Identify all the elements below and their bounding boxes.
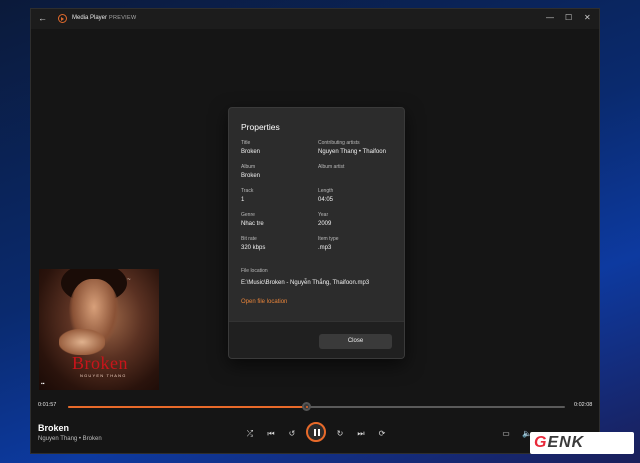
skip-back-icon[interactable]: ↺	[285, 429, 299, 438]
field-label: Year	[318, 212, 329, 218]
field-label: Bit rate	[241, 236, 257, 242]
elapsed-time: 0:01:57	[38, 402, 57, 408]
field-label: Contributing artists	[318, 140, 360, 146]
file-location-value: E:\Music\Broken - Nguyễn Thắng, Thaifoon…	[241, 280, 370, 286]
back-icon[interactable]: ←	[38, 13, 47, 23]
field-value: 04:05	[318, 197, 334, 203]
genk-logo-rest: ENK	[547, 434, 585, 451]
repeat-icon[interactable]: ⟳	[375, 429, 389, 438]
album-art-hand	[59, 329, 105, 355]
field-value: 320 kbps	[241, 245, 266, 251]
pause-bar-left	[313, 429, 316, 436]
app-title: Media Player	[72, 15, 108, 21]
dialog-footer: Close	[229, 321, 404, 358]
maximize-icon[interactable]: ☐	[565, 13, 572, 22]
dialog-title: Properties	[241, 122, 280, 132]
title-bar: ← Media Player PREVIEW — ☐ ✕	[31, 9, 599, 29]
preview-badge: PREVIEW	[109, 15, 137, 21]
song-artist: Nguyen Thang • Broken	[38, 436, 102, 442]
album-art-artist: NGUYEN THANG	[80, 373, 127, 378]
pause-bar-right	[317, 429, 320, 436]
properties-dialog: Properties Title Broken Contributing art…	[228, 107, 405, 359]
song-title: Broken	[38, 423, 70, 433]
seek-bar[interactable]: 0:01:57 0:02:08	[31, 399, 599, 413]
field-label: Track	[241, 188, 254, 194]
album-art-label-logo: ▪▪	[41, 381, 45, 387]
skip-forward-icon[interactable]: ↻	[333, 429, 347, 438]
field-album: Album Broken	[241, 164, 321, 179]
genk-watermark: GENK	[530, 432, 634, 454]
field-length: Length 04:05	[318, 188, 398, 203]
field-value: 2009	[318, 221, 332, 227]
field-item-type: Item type .mp3	[318, 236, 398, 251]
field-value: Nhac tre	[241, 221, 264, 227]
media-player-app-icon	[58, 14, 67, 23]
field-label: Album artist	[318, 164, 345, 170]
field-contributing-artists: Contributing artists Nguyen Thang • Thai…	[318, 140, 398, 155]
field-label: Title	[241, 140, 251, 146]
field-bit-rate: Bit rate 320 kbps	[241, 236, 321, 251]
pause-button[interactable]	[306, 422, 326, 442]
seek-thumb[interactable]	[302, 402, 312, 411]
close-button[interactable]: Close	[319, 334, 392, 349]
minimize-icon[interactable]: —	[546, 13, 554, 22]
field-genre: Genre Nhac tre	[241, 212, 321, 227]
field-label: Album	[241, 164, 256, 170]
open-file-location-link[interactable]: Open file location	[241, 299, 287, 305]
field-label: Length	[318, 188, 334, 194]
previous-icon[interactable]: ⏮	[264, 429, 278, 439]
field-track: Track 1	[241, 188, 321, 203]
field-value: 1	[241, 197, 245, 203]
seek-fill	[68, 406, 307, 408]
field-value: Broken	[241, 173, 261, 179]
field-album-artist: Album artist	[318, 164, 398, 173]
album-art-title: Broken	[72, 353, 128, 373]
field-value: .mp3	[318, 245, 332, 251]
field-year: Year 2009	[318, 212, 398, 227]
next-icon[interactable]: ⏭	[354, 429, 368, 439]
shuffle-icon[interactable]: ⤮	[243, 429, 257, 439]
file-location-label: File location	[241, 268, 268, 274]
now-playing: Broken Nguyen Thang • Broken	[38, 423, 102, 442]
album-art-signature: ~	[127, 277, 131, 283]
genk-logo-g: G	[534, 434, 548, 451]
total-time: 0:02:08	[574, 402, 593, 408]
album-art: ~ Broken NGUYEN THANG ▪▪	[39, 269, 159, 390]
genk-logo: GENK	[534, 434, 584, 452]
media-player-window: ← Media Player PREVIEW — ☐ ✕ ~ Broken NG…	[30, 8, 600, 454]
field-value: Nguyen Thang • Thaifoon	[318, 149, 386, 155]
field-label: Genre	[241, 212, 255, 218]
close-window-icon[interactable]: ✕	[584, 13, 591, 22]
miniplayer-icon[interactable]: ▭	[499, 429, 513, 438]
field-value: Broken	[241, 149, 261, 155]
field-label: Item type	[318, 236, 339, 242]
field-title: Title Broken	[241, 140, 321, 155]
